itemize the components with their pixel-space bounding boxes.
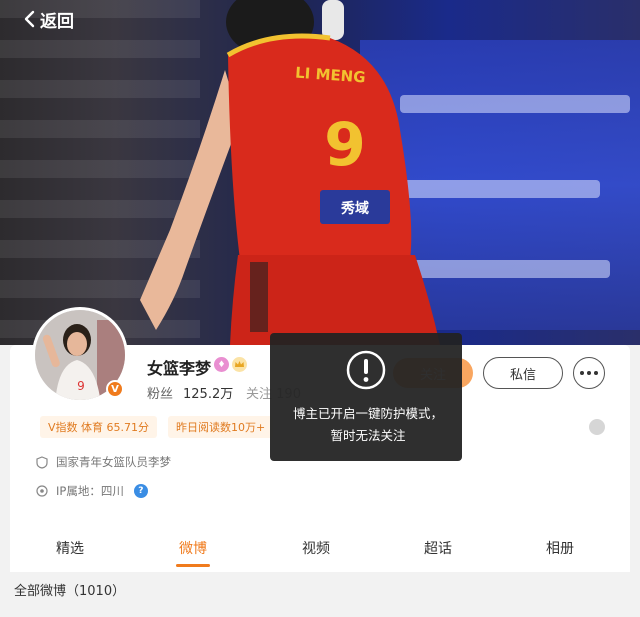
tab-videos[interactable]: 视频	[302, 538, 330, 558]
profile-tabs: 精选 微博 视频 超话 相册	[10, 530, 630, 570]
bio-row: 国家青年女篮队员李梦	[36, 453, 171, 471]
active-tab-indicator	[176, 564, 210, 567]
bio-text: 国家青年女篮队员李梦	[56, 455, 171, 469]
back-label: 返回	[40, 11, 74, 32]
jersey-number: 9	[324, 110, 366, 180]
profile-name: 女篮李梦	[147, 359, 212, 378]
verified-badge-icon: V	[106, 380, 124, 398]
crown-icon[interactable]	[232, 357, 247, 372]
tab-albums[interactable]: 相册	[546, 538, 574, 558]
jersey-sponsor: 秀域	[340, 200, 369, 217]
back-button[interactable]: 返回	[22, 6, 74, 32]
tab-super-topics[interactable]: 超话	[424, 538, 452, 558]
message-button[interactable]: 私信	[483, 357, 563, 389]
svg-text:9: 9	[77, 379, 85, 393]
help-icon[interactable]: ?	[133, 484, 148, 498]
fans-count: 125.2万	[183, 387, 234, 402]
feed-header: 全部微博（1010）	[0, 575, 640, 617]
ip-location-text: IP属地：四川	[56, 484, 124, 498]
chevron-left-icon	[24, 10, 35, 28]
protection-mode-toast: 博主已开启一键防护模式，暂时无法关注	[270, 333, 462, 461]
reads-tag[interactable]: 昨日阅读数10万+	[168, 416, 274, 438]
more-options-button[interactable]	[573, 357, 605, 389]
expand-chevron-icon[interactable]	[589, 419, 605, 435]
following-label: 关注	[246, 387, 273, 402]
dot-icon	[580, 371, 584, 375]
player-illustration: LI MENG 9 秀域	[140, 0, 440, 345]
tab-featured[interactable]: 精选	[56, 538, 84, 558]
feed-title[interactable]: 全部微博（1010）	[14, 580, 125, 599]
ip-location-row: IP属地：四川 ?	[36, 482, 148, 500]
exclamation-icon	[346, 350, 386, 390]
toast-message: 博主已开启一键防护模式，暂时无法关注	[292, 406, 443, 443]
tab-weibo[interactable]: 微博	[179, 538, 207, 558]
shield-icon	[36, 455, 48, 469]
vip-level-icon[interactable]: ♦	[214, 357, 229, 372]
fans-label: 粉丝	[147, 387, 174, 402]
v-index-tag[interactable]: V指数 体育 65.71分	[40, 416, 158, 438]
location-icon	[36, 485, 48, 497]
profile-cover-photo: LI MENG 9 秀域	[0, 0, 640, 345]
fans-stat[interactable]: 粉丝 125.2万	[147, 383, 233, 402]
